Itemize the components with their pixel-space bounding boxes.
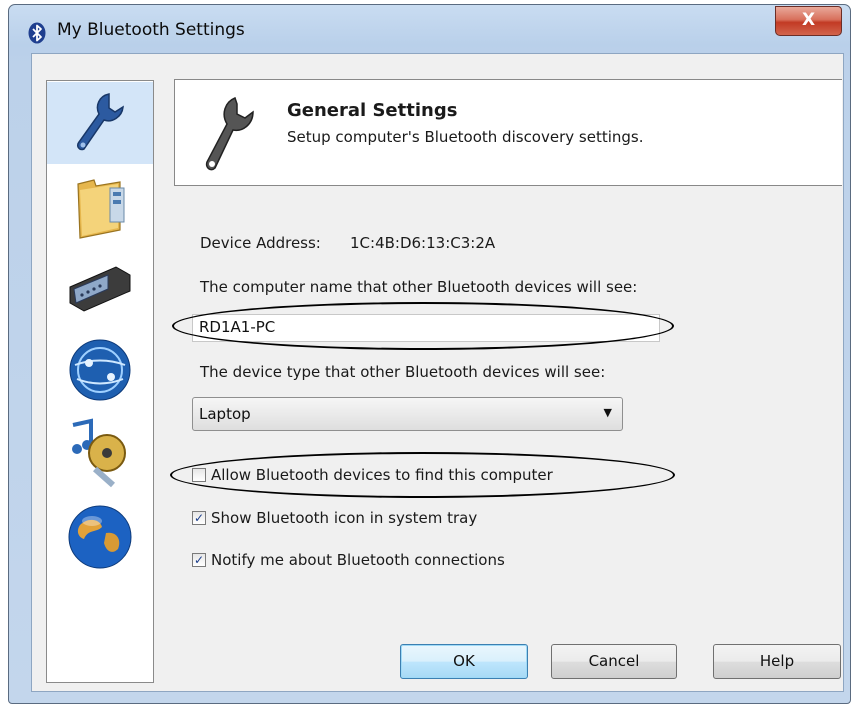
sidebar-item-network[interactable] (47, 329, 153, 411)
close-button[interactable]: X (775, 6, 842, 36)
wrench-icon (205, 97, 254, 171)
section-subtitle: Setup computer's Bluetooth discovery set… (287, 128, 644, 146)
sidebar-item-internet[interactable] (47, 496, 153, 578)
option-notify-connections[interactable]: ✓ Notify me about Bluetooth connections (192, 550, 505, 570)
device-address-value: 1C:4B:D6:13:C3:2A (350, 234, 496, 252)
section-header: General Settings Setup computer's Blueto… (174, 79, 842, 186)
sidebar-item-serial-port[interactable] (47, 246, 153, 328)
show-tray-icon-checkbox[interactable]: ✓ (192, 511, 206, 525)
ok-button[interactable]: OK (400, 644, 528, 679)
folder-icon (77, 179, 125, 239)
notify-connections-checkbox[interactable]: ✓ (192, 553, 206, 567)
bluetooth-icon (28, 22, 46, 44)
category-sidebar (46, 80, 154, 683)
device-type-label: The device type that other Bluetooth dev… (200, 363, 606, 381)
computer-name-label: The computer name that other Bluetooth d… (200, 278, 638, 296)
bluetooth-settings-window: My Bluetooth Settings X General Settings… (8, 4, 851, 704)
help-button[interactable]: Help (713, 644, 841, 679)
sidebar-item-media[interactable] (47, 411, 153, 493)
network-globe-icon (69, 339, 131, 401)
computer-name-input[interactable]: RD1A1-PC (192, 314, 660, 342)
chevron-down-icon: ▼ (603, 406, 612, 419)
section-title: General Settings (287, 100, 458, 121)
allow-discovery-checkbox[interactable] (192, 468, 206, 482)
allow-discovery-label: Allow Bluetooth devices to find this com… (211, 466, 553, 484)
notify-connections-label: Notify me about Bluetooth connections (211, 551, 505, 569)
device-address-label: Device Address: (200, 234, 321, 252)
dialog-client-area: General Settings Setup computer's Blueto… (31, 53, 844, 692)
music-film-icon (72, 418, 126, 488)
cancel-button[interactable]: Cancel (551, 644, 677, 679)
option-show-tray-icon[interactable]: ✓ Show Bluetooth icon in system tray (192, 508, 477, 528)
device-type-selected: Laptop (199, 405, 251, 423)
window-title: My Bluetooth Settings (57, 20, 245, 40)
show-tray-icon-label: Show Bluetooth icon in system tray (211, 509, 478, 527)
serial-port-icon (69, 266, 131, 312)
device-type-select[interactable]: Laptop ▼ (192, 397, 623, 431)
earth-globe-icon (68, 505, 132, 569)
option-allow-discovery[interactable]: Allow Bluetooth devices to find this com… (192, 465, 553, 485)
wrench-icon (77, 93, 124, 151)
sidebar-item-general[interactable] (47, 82, 153, 164)
sidebar-item-file-transfer[interactable] (47, 165, 153, 247)
